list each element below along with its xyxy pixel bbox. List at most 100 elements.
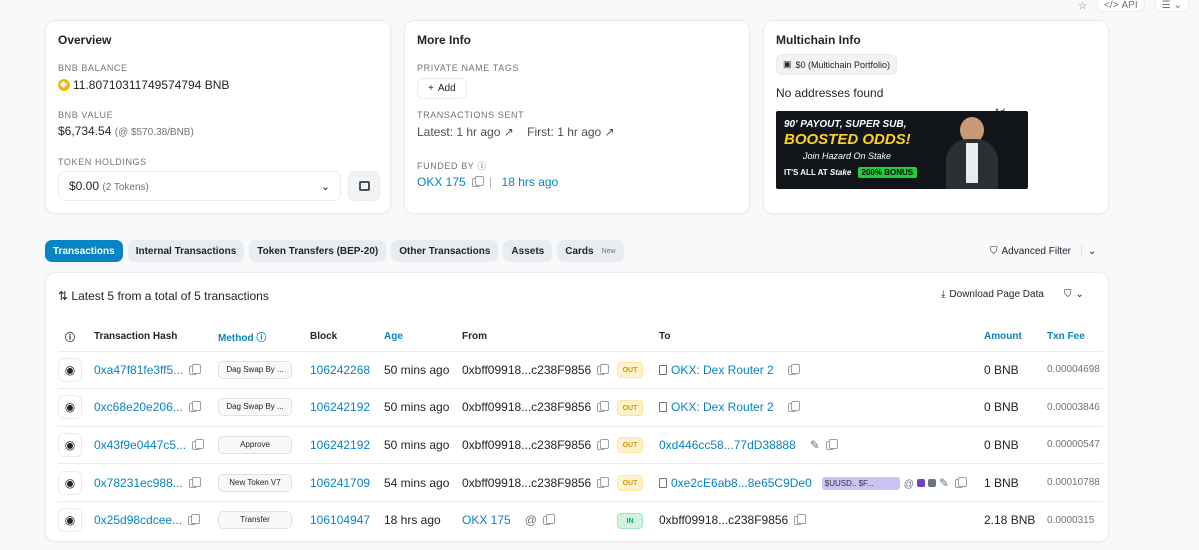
token-tag-pill[interactable]: $UUSD.. $F... xyxy=(821,476,900,490)
block-link[interactable]: 106241709 xyxy=(310,476,370,490)
block-link[interactable]: 106242192 xyxy=(310,438,370,452)
to-address[interactable]: OKX: Dex Router 2 xyxy=(671,400,774,414)
tx-sent-values: Latest: 1 hr ago ↗ First: 1 hr ago ↗ xyxy=(417,125,615,139)
api-button[interactable]: </> API xyxy=(1097,0,1145,12)
contract-icon xyxy=(659,364,667,375)
copy-icon[interactable] xyxy=(597,401,610,413)
tab-transactions[interactable]: Transactions xyxy=(45,240,123,262)
block-link[interactable]: 106242192 xyxy=(310,400,370,414)
token-holdings-dropdown[interactable]: $0.00 (2 Tokens) ⌄ xyxy=(58,171,341,201)
edit-icon[interactable]: ✎ xyxy=(810,438,820,452)
bnb-balance-value: 11.80710311749574794 BNB xyxy=(73,78,230,92)
overview-card: Overview BNB BALANCE 11.8071031174957479… xyxy=(45,20,391,214)
age-col-header[interactable]: Age xyxy=(384,323,462,352)
star-icon[interactable]: ☆ xyxy=(1078,1,1087,12)
copy-icon[interactable] xyxy=(192,438,205,450)
copy-icon[interactable] xyxy=(188,514,201,526)
bnb-value-label: BNB VALUE xyxy=(58,110,114,120)
preview-button[interactable]: ◉ xyxy=(58,508,82,533)
copy-icon[interactable] xyxy=(188,476,201,488)
chevron-down-icon: ⌄ xyxy=(1075,289,1084,300)
copy-icon[interactable] xyxy=(542,514,555,526)
tx-hash-link[interactable]: 0x25d98cdcee... xyxy=(94,513,182,527)
tab-other-transactions[interactable]: Other Transactions xyxy=(391,240,499,262)
preview-button[interactable]: ◉ xyxy=(58,432,82,457)
copy-icon[interactable] xyxy=(787,401,800,413)
copy-icon[interactable] xyxy=(188,401,201,413)
copy-icon[interactable] xyxy=(794,514,807,526)
top-toolbar: ☆ </> API ☰ ⌄ xyxy=(1078,0,1189,12)
arrow-up-right-icon[interactable]: ↗ xyxy=(504,125,514,139)
direction-badge: OUT xyxy=(617,362,643,379)
copy-icon[interactable] xyxy=(825,438,838,450)
tab-cards[interactable]: Cards New xyxy=(557,240,624,262)
fee-cell: 0.0000315 xyxy=(1047,514,1095,526)
to-address[interactable]: OKX: Dex Router 2 xyxy=(671,363,774,377)
tx-hash-link[interactable]: 0xc68e20e206... xyxy=(94,400,183,414)
filter-button[interactable]: ⛉ ⌄ xyxy=(1058,285,1090,304)
ad-bonus: 200% BONUS xyxy=(857,167,918,178)
block-link[interactable]: 106242268 xyxy=(310,363,370,377)
ad-person-image xyxy=(946,117,998,189)
copy-icon[interactable] xyxy=(597,438,610,450)
to-address[interactable]: 0xbff09918...c238F9856 xyxy=(659,513,788,527)
fee-cell: 0.00000547 xyxy=(1047,426,1103,465)
to-address[interactable]: 0xe2cE6ab8...8e65C9De0 xyxy=(671,476,812,490)
preview-button[interactable]: ◉ xyxy=(58,470,82,495)
more-info-card: More Info PRIVATE NAME TAGS + Add TRANSAC… xyxy=(404,20,750,214)
question-icon[interactable]: ⓘ xyxy=(65,333,75,344)
arrow-up-right-icon[interactable]: ↗ xyxy=(605,125,615,139)
table-row: ◉ 0xc68e20e206... Dag Swap By ... 106242… xyxy=(58,388,1103,427)
tx-hash-link[interactable]: 0x43f9e0447c5... xyxy=(94,438,186,452)
tx-hash-link[interactable]: 0x78231ec988... xyxy=(94,476,183,490)
transactions-card: ⇅ Latest 5 from a total of 5 transaction… xyxy=(45,272,1109,542)
more-menu-button[interactable]: ☰ ⌄ xyxy=(1154,0,1189,12)
tab-assets[interactable]: Assets xyxy=(503,240,553,262)
bnb-coin-icon xyxy=(58,79,70,91)
tab-label: Transactions xyxy=(53,245,115,257)
new-badge: New xyxy=(601,247,616,255)
preview-button[interactable]: ◉ xyxy=(58,395,82,420)
from-address[interactable]: 0xbff09918...c238F9856 xyxy=(462,438,591,452)
funded-time-link[interactable]: 18 hrs ago xyxy=(502,175,559,189)
block-link[interactable]: 106104947 xyxy=(310,513,370,527)
direction-badge: OUT xyxy=(617,475,643,492)
funded-by-text: FUNDED BY xyxy=(417,161,475,171)
copy-icon[interactable] xyxy=(787,363,800,375)
edit-icon[interactable]: ✎ xyxy=(939,476,949,490)
to-address[interactable]: 0xd446cc58...77dD38888 xyxy=(659,438,796,452)
tx-summary: ⇅ Latest 5 from a total of 5 transaction… xyxy=(58,289,269,303)
method-col-header[interactable]: Method ⓘ xyxy=(218,323,310,352)
copy-icon[interactable] xyxy=(189,363,202,375)
age-cell: 50 mins ago xyxy=(384,351,462,390)
question-icon[interactable]: ⓘ xyxy=(256,333,266,344)
age-cell: 18 hrs ago xyxy=(384,513,441,528)
funded-by-link[interactable]: OKX 175 xyxy=(417,175,466,189)
add-tag-button[interactable]: + Add xyxy=(417,78,467,99)
filter-icon: ⛉ xyxy=(1064,289,1072,300)
download-page-data-button[interactable]: ⤓ Download Page Data xyxy=(931,285,1054,304)
from-address[interactable]: 0xbff09918...c238F9856 xyxy=(462,476,591,490)
table-row: ◉ 0x25d98cdcee... Transfer 106104947 18 … xyxy=(58,501,1103,539)
copy-icon[interactable] xyxy=(955,476,967,488)
fee-col-header[interactable]: Txn Fee xyxy=(1047,323,1103,352)
copy-icon[interactable] xyxy=(471,176,484,187)
chevron-down-icon[interactable]: ⌄ xyxy=(1080,245,1096,257)
token-holdings-button[interactable] xyxy=(348,171,380,201)
from-address[interactable]: 0xbff09918...c238F9856 xyxy=(462,363,591,377)
question-icon[interactable]: ⓘ xyxy=(477,161,487,171)
ad-banner[interactable]: 90' PAYOUT, SUPER SUB, BOOSTED ODDS! Joi… xyxy=(776,111,1028,189)
copy-icon[interactable] xyxy=(597,476,610,488)
bnb-rate: (@ $570.38/BNB) xyxy=(114,127,194,138)
from-address[interactable]: 0xbff09918...c238F9856 xyxy=(462,400,591,414)
from-address[interactable]: OKX 175 xyxy=(462,513,511,527)
preview-button[interactable]: ◉ xyxy=(58,357,82,382)
amount-col-header[interactable]: Amount xyxy=(984,323,1047,352)
tx-hash-link[interactable]: 0xa47f81fe3ff5... xyxy=(94,363,183,377)
tab-token-transfers[interactable]: Token Transfers (BEP-20) xyxy=(249,240,387,262)
tab-internal-transactions[interactable]: Internal Transactions xyxy=(127,240,245,262)
multichain-portfolio-button[interactable]: ▣ $0 (Multichain Portfolio) xyxy=(776,54,898,75)
eye-icon: ◉ xyxy=(64,362,76,377)
advanced-filter-button[interactable]: ⛉ Advanced Filter ⌄ xyxy=(990,240,1109,262)
copy-icon[interactable] xyxy=(597,363,610,375)
